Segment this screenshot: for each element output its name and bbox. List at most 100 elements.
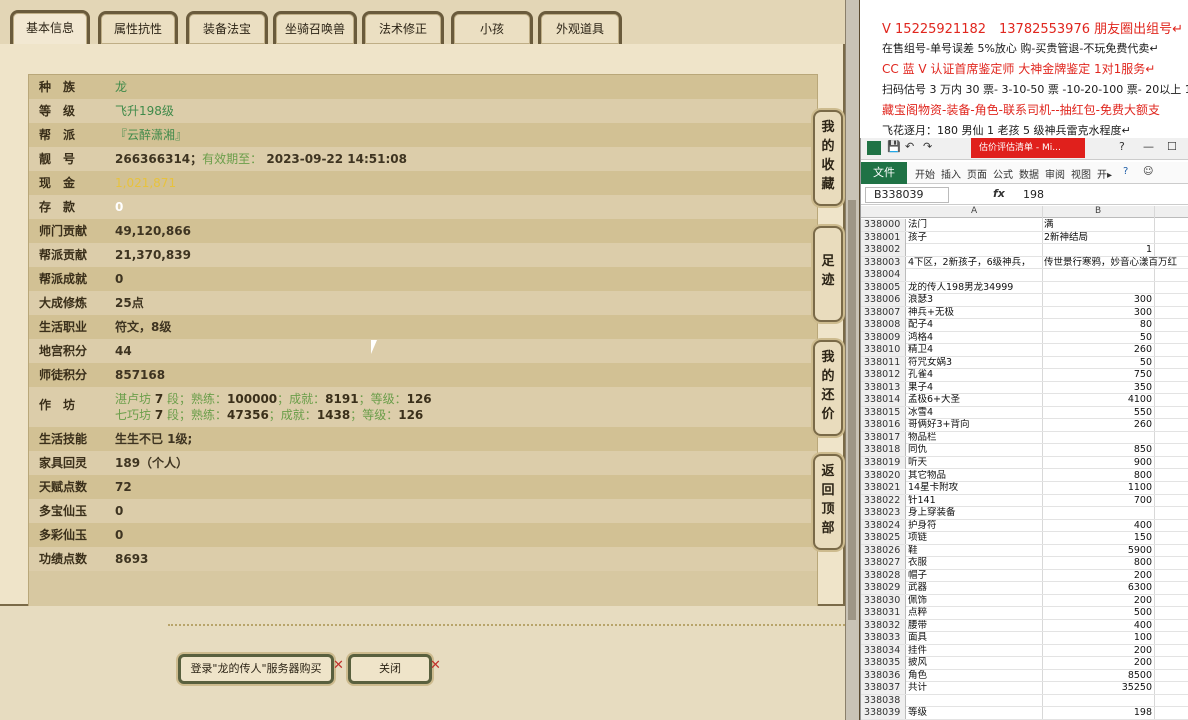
cell-b[interactable]: 850 [1044, 444, 1152, 456]
tab-children[interactable]: 小孩 [451, 11, 533, 44]
table-row[interactable]: 338010 精卫4 260 [861, 344, 1188, 357]
my-counteroffer-button[interactable]: 我的还价 [813, 340, 843, 436]
table-row[interactable]: 338022 针141 700 [861, 494, 1188, 508]
table-row[interactable]: 338017 物品栏 [861, 431, 1188, 445]
cell-a[interactable]: 符咒女娲3 [908, 357, 1042, 369]
table-row[interactable]: 338003 4下区，2新孩子，6级神兵， 传世景行寒鸦，妙音心漾百万红 [861, 256, 1188, 270]
back-to-top-button[interactable]: 返回顶部 [813, 454, 843, 550]
table-row[interactable]: 338021 14星卡附攻 1100 [861, 482, 1188, 495]
row-number[interactable]: 338039 [861, 707, 906, 720]
table-row[interactable]: 338036 角色 8500 [861, 669, 1188, 683]
row-number[interactable]: 338026 [861, 544, 906, 557]
table-row[interactable]: 338038 [861, 694, 1188, 708]
table-row[interactable]: 338013 果子4 350 [861, 381, 1188, 395]
row-number[interactable]: 338002 [861, 244, 906, 257]
row-number[interactable]: 338033 [861, 632, 906, 645]
cell-a[interactable]: 身上穿装备 [908, 507, 1042, 519]
cell-a[interactable]: 面具 [908, 632, 1042, 644]
cell-a[interactable]: 鸿格4 [908, 332, 1042, 344]
cell-a[interactable]: 腰带 [908, 620, 1042, 632]
row-number[interactable]: 338015 [861, 406, 906, 419]
ribbon-tab[interactable]: 视图 [1071, 166, 1091, 181]
cell-b[interactable]: 900 [1044, 457, 1152, 469]
cell-a[interactable]: 鞋 [908, 545, 1042, 557]
redo-icon[interactable]: ↷ [923, 140, 932, 153]
cell-b[interactable]: 500 [1044, 607, 1152, 619]
tab-basic-info[interactable]: 基本信息 [10, 10, 90, 45]
row-number[interactable]: 338006 [861, 294, 906, 307]
cell-b[interactable]: 300 [1044, 294, 1152, 306]
cell-a[interactable]: 果子4 [908, 382, 1042, 394]
row-number[interactable]: 338008 [861, 319, 906, 332]
cell-b[interactable]: 200 [1044, 657, 1152, 669]
table-row[interactable]: 338001 孩子 2新神结局 [861, 231, 1188, 245]
cell-b[interactable]: 750 [1044, 369, 1152, 381]
table-row[interactable]: 338033 面具 100 [861, 632, 1188, 645]
my-favorites-button[interactable]: 我的收藏 [813, 110, 843, 206]
row-number[interactable]: 338023 [861, 507, 906, 520]
cell-b[interactable]: 8500 [1044, 670, 1152, 682]
table-row[interactable]: 338030 佩饰 200 [861, 594, 1188, 608]
cell-a[interactable]: 挂件 [908, 645, 1042, 657]
table-row[interactable]: 338025 项链 150 [861, 532, 1188, 545]
table-row[interactable]: 338028 帽子 200 [861, 569, 1188, 583]
formula-input[interactable]: 198 [1023, 188, 1044, 201]
cell-a[interactable]: 孔雀4 [908, 369, 1042, 381]
tab-mounts-pets[interactable]: 坐骑召唤兽 [273, 11, 357, 44]
cell-a[interactable]: 角色 [908, 670, 1042, 682]
cell-b[interactable]: 200 [1044, 645, 1152, 657]
row-number[interactable]: 338031 [861, 607, 906, 620]
cell-b[interactable]: 260 [1044, 344, 1152, 356]
cell-a[interactable]: 精卫4 [908, 344, 1042, 356]
table-row[interactable]: 338023 身上穿装备 [861, 507, 1188, 520]
ribbon-tab[interactable]: 页面 [967, 166, 987, 181]
table-row[interactable]: 338019 听天 900 [861, 456, 1188, 470]
row-number[interactable]: 338004 [861, 269, 906, 282]
cell-a[interactable]: 佩饰 [908, 595, 1042, 607]
tab-attributes[interactable]: 属性抗性 [98, 11, 178, 44]
table-row[interactable]: 338018 同仇 850 [861, 444, 1188, 457]
table-row[interactable]: 338035 披风 200 [861, 657, 1188, 670]
cell-b[interactable]: 2新神结局 [1044, 232, 1152, 244]
tab-appearance[interactable]: 外观道具 [538, 11, 622, 44]
table-row[interactable]: 338005 龙的传人198男龙34999 [861, 281, 1188, 295]
table-row[interactable]: 338007 神兵+无极 300 [861, 306, 1188, 320]
cell-b[interactable]: 100 [1044, 632, 1152, 644]
table-row[interactable]: 338006 浪瑟3 300 [861, 294, 1188, 307]
cell-a[interactable]: 披风 [908, 657, 1042, 669]
cell-b[interactable]: 198 [1044, 707, 1152, 719]
tab-spell-mods[interactable]: 法术修正 [362, 11, 444, 44]
table-row[interactable]: 338016 哥俩好3+背向 260 [861, 419, 1188, 432]
cell-a[interactable]: 项链 [908, 532, 1042, 544]
help-icon[interactable]: ? [1119, 140, 1125, 153]
cell-b[interactable]: 260 [1044, 419, 1152, 431]
row-number[interactable]: 338016 [861, 419, 906, 432]
file-tab[interactable]: 文件 [861, 162, 907, 184]
sheet-grid[interactable]: 338000 法门满 338001 孩子 2新神结局 338002 1 338003 4下区，2… [861, 219, 1188, 720]
cell-b[interactable]: 传世景行寒鸦，妙音心漾百万红 [1044, 257, 1177, 269]
maximize-icon[interactable]: ☐ [1167, 140, 1177, 153]
table-row[interactable]: 338014 孟极6+大圣 4100 [861, 394, 1188, 407]
undo-icon[interactable]: ↶ [905, 140, 914, 153]
cell-b[interactable]: 200 [1044, 595, 1152, 607]
row-number[interactable]: 338001 [861, 231, 906, 244]
table-row[interactable]: 338037 共计 35250 [861, 682, 1188, 695]
table-row[interactable]: 338034 挂件 200 [861, 644, 1188, 658]
table-row[interactable]: 338032 腰带 400 [861, 619, 1188, 633]
row-number[interactable]: 338029 [861, 582, 906, 595]
table-row[interactable]: 338009 鸿格4 50 [861, 331, 1188, 345]
row-number[interactable]: 338000 [861, 219, 906, 231]
table-row[interactable]: 338000 法门满 [861, 219, 1188, 232]
row-number[interactable]: 338032 [861, 619, 906, 632]
cell-a[interactable]: 其它物品 [908, 470, 1042, 482]
cell-b[interactable]: 350 [1044, 382, 1152, 394]
cell-a[interactable]: 点粹 [908, 607, 1042, 619]
row-number[interactable]: 338018 [861, 444, 906, 457]
cell-b[interactable]: 700 [1044, 495, 1152, 507]
cell-b[interactable]: 800 [1044, 557, 1152, 569]
cell-b[interactable]: 1 [1044, 244, 1152, 256]
row-number[interactable]: 338007 [861, 306, 906, 319]
row-number[interactable]: 338034 [861, 644, 906, 657]
cell-b[interactable]: 150 [1044, 532, 1152, 544]
cell-a[interactable]: 针141 [908, 495, 1042, 507]
